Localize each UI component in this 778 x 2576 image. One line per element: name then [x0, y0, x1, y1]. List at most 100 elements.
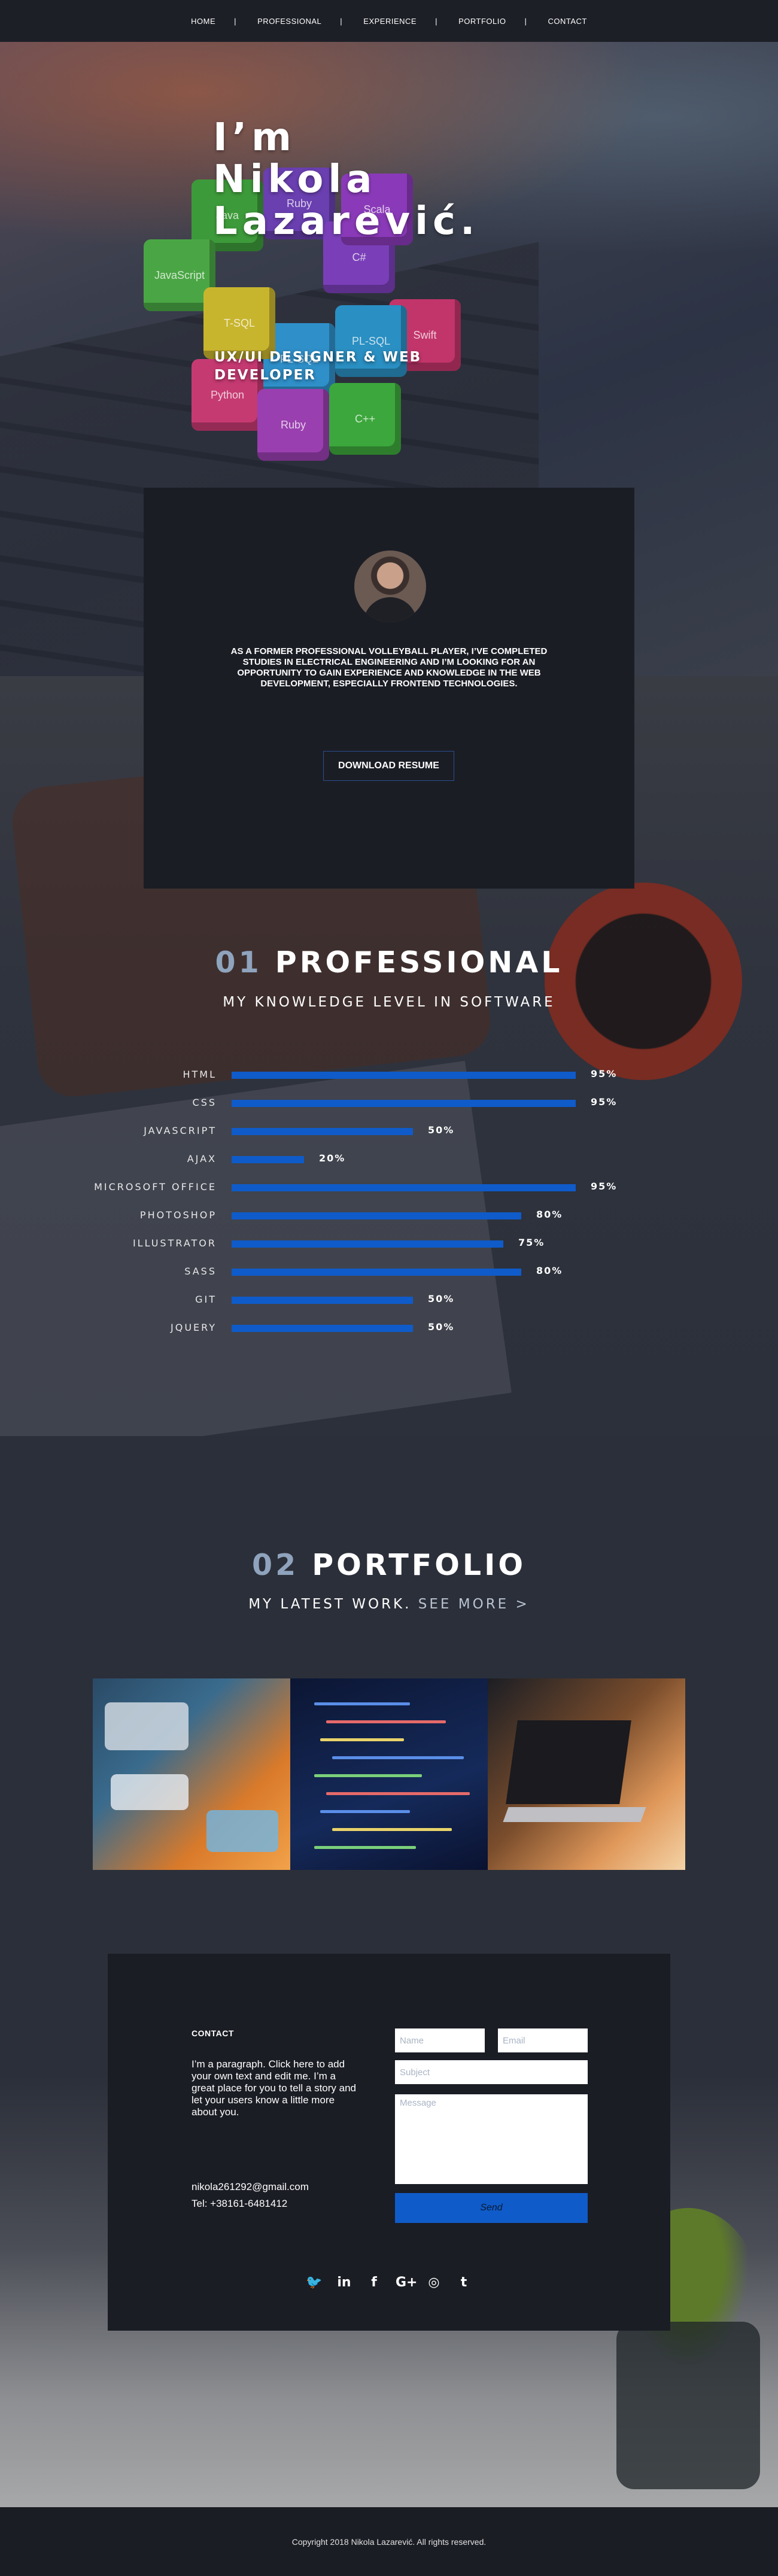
about-card: AS A FORMER PROFESSIONAL VOLLEYBALL PLAY…: [144, 488, 634, 889]
nav-experience[interactable]: EXPERIENCE: [340, 17, 437, 26]
vase-image: [616, 2322, 760, 2489]
skill-label: GIT: [195, 1294, 217, 1305]
section-number: 02: [251, 1548, 299, 1582]
skill-row: HTML 95%: [0, 1066, 778, 1084]
professional-subtitle: MY KNOWLEDGE LEVEL IN SOFTWARE: [223, 994, 555, 1010]
skill-bar-fill: [232, 1240, 503, 1248]
skill-bar-fill: [232, 1212, 521, 1219]
skill-row: JAVASCRIPT 50%: [0, 1123, 778, 1141]
portfolio-image-code[interactable]: [290, 1678, 488, 1870]
nav-portfolio[interactable]: PORTFOLIO: [435, 17, 527, 26]
skill-label: SASS: [184, 1266, 217, 1277]
skill-row: ILLUSTRATOR 75%: [0, 1235, 778, 1253]
skill-row: GIT 50%: [0, 1291, 778, 1309]
code-line: [326, 1792, 470, 1795]
social-links: 🐦 in f G+ ◎ t: [108, 2275, 670, 2290]
skill-label: CSS: [192, 1097, 217, 1108]
skill-bar-track: [232, 1325, 594, 1332]
tablet-shape: [105, 1702, 189, 1750]
skill-bar-fill: [232, 1100, 576, 1107]
nav-contact[interactable]: CONTACT: [524, 17, 607, 26]
email-field[interactable]: [498, 2028, 588, 2052]
skill-row: JQUERY 50%: [0, 1319, 778, 1337]
skill-percent: 80%: [536, 1265, 563, 1276]
skill-bar-fill: [232, 1128, 413, 1135]
contact-card: CONTACT I’m a paragraph. Click here to a…: [108, 1954, 670, 2331]
code-line: [314, 1846, 416, 1849]
skill-label: PHOTOSHOP: [139, 1209, 217, 1221]
top-nav: HOME PROFESSIONAL EXPERIENCE PORTFOLIO C…: [0, 0, 778, 42]
cube: Ruby: [257, 389, 329, 461]
skill-percent: 95%: [591, 1096, 618, 1108]
portfolio-gallery: [93, 1678, 685, 1870]
avatar-shirt: [363, 597, 417, 622]
code-line: [320, 1738, 404, 1741]
instagram-icon[interactable]: ◎: [426, 2275, 442, 2290]
contact-heading: CONTACT: [192, 2028, 234, 2038]
skill-row: PHOTOSHOP 80%: [0, 1207, 778, 1225]
hero-title-line: I’m: [213, 115, 296, 160]
tumblr-icon[interactable]: t: [455, 2275, 472, 2290]
skill-bar-fill: [232, 1156, 304, 1163]
skill-label: AJAX: [187, 1153, 217, 1164]
skill-label: HTML: [183, 1069, 217, 1080]
code-line: [326, 1720, 446, 1723]
skill-percent: 50%: [428, 1321, 455, 1333]
hero-title-line: Nikola: [213, 157, 377, 202]
skill-row: AJAX 20%: [0, 1151, 778, 1169]
skill-bar-fill: [232, 1184, 576, 1191]
code-line: [332, 1828, 452, 1831]
name-field[interactable]: [395, 2028, 485, 2052]
nav-professional[interactable]: PROFESSIONAL: [234, 17, 342, 26]
about-text: AS A FORMER PROFESSIONAL VOLLEYBALL PLAY…: [230, 646, 548, 689]
portfolio-image-devices[interactable]: [93, 1678, 290, 1870]
phone-shape: [111, 1774, 189, 1810]
skill-percent: 95%: [591, 1181, 618, 1192]
nav-home[interactable]: HOME: [170, 17, 236, 26]
skill-percent: 50%: [428, 1293, 455, 1304]
portfolio-title: 02 PORTFOLIO: [0, 1548, 778, 1582]
subject-field[interactable]: [395, 2060, 588, 2084]
contact-phone: Tel: +38161-6481412: [192, 2198, 288, 2209]
copyright-text: Copyright 2018 Nikola Lazarević. All rig…: [291, 2537, 487, 2547]
skill-bar-track: [232, 1072, 594, 1079]
linkedin-icon[interactable]: in: [336, 2275, 352, 2290]
download-resume-button[interactable]: DOWNLOAD RESUME: [323, 751, 454, 781]
section-number: 01: [215, 945, 262, 980]
skill-row: CSS 95%: [0, 1094, 778, 1112]
skill-label: JQUERY: [171, 1322, 217, 1333]
skill-row: MICROSOFT OFFICE 95%: [0, 1179, 778, 1197]
google-plus-icon[interactable]: G+: [396, 2275, 418, 2290]
hero-title-line: Lazarević.: [213, 199, 480, 244]
portfolio-subtitle: MY LATEST WORK. SEE MORE >: [0, 1596, 778, 1612]
skill-bar-fill: [232, 1325, 413, 1332]
laptop-base-shape: [503, 1807, 646, 1822]
portfolio-image-laptop[interactable]: [488, 1678, 685, 1870]
skill-percent: 50%: [428, 1124, 455, 1136]
send-button[interactable]: Send: [395, 2193, 588, 2223]
contact-paragraph: I’m a paragraph. Click here to add your …: [192, 2058, 356, 2118]
skill-bar-fill: [232, 1269, 521, 1276]
skill-percent: 80%: [536, 1209, 563, 1220]
skill-bar-track: [232, 1184, 594, 1191]
footer: Copyright 2018 Nikola Lazarević. All rig…: [0, 2507, 778, 2576]
skill-row: SASS 80%: [0, 1263, 778, 1281]
code-line: [332, 1756, 464, 1759]
twitter-icon[interactable]: 🐦: [306, 2275, 323, 2290]
skill-bar-track: [232, 1297, 594, 1304]
hero-title: I’m Nikola Lazarević.: [213, 117, 479, 242]
code-line: [314, 1774, 422, 1777]
skill-label: MICROSOFT OFFICE: [94, 1181, 217, 1193]
skill-percent: 95%: [591, 1068, 618, 1079]
see-more-link[interactable]: SEE MORE >: [418, 1596, 530, 1612]
cube: C++: [329, 383, 401, 455]
skill-bar-fill: [232, 1297, 413, 1304]
hero-subtitle: UX/UI DESIGNER & WEB DEVELOPER: [214, 349, 422, 383]
contact-email[interactable]: nikola261292@gmail.com: [192, 2181, 309, 2193]
coffee-cup-image: [545, 883, 742, 1080]
section-title-text: PORTFOLIO: [312, 1548, 527, 1582]
facebook-icon[interactable]: f: [366, 2275, 382, 2290]
message-field[interactable]: [395, 2094, 588, 2184]
section-title-text: PROFESSIONAL: [275, 945, 563, 980]
code-line: [314, 1702, 410, 1705]
